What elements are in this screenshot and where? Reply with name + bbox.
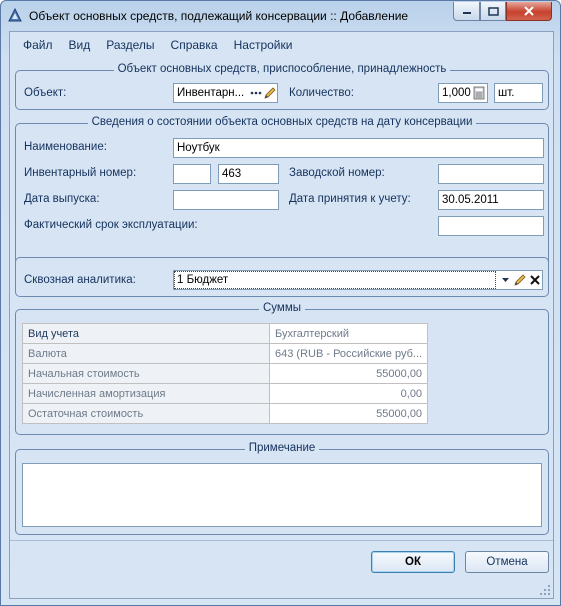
object-group: Объект основных средств, приспособление,… — [15, 63, 549, 110]
inventory-prefix-field[interactable] — [173, 164, 211, 184]
unit-field[interactable]: шт. — [494, 83, 543, 103]
analytics-label: Сквозная аналитика: — [24, 274, 136, 286]
menu-file[interactable]: Файл — [15, 35, 61, 55]
inventory-number-field[interactable]: 463 — [218, 164, 279, 184]
chevron-down-icon — [502, 278, 509, 282]
sums-value[interactable]: 643 (RUB - Российские руб... — [268, 343, 429, 364]
name-label: Наименование: — [24, 141, 107, 153]
maximize-icon — [487, 6, 499, 16]
calculator-button[interactable] — [471, 85, 486, 101]
analytics-dropdown-button[interactable] — [498, 272, 513, 288]
note-group-legend: Примечание — [244, 442, 320, 454]
state-group: Сведения о состоянии объекта основных ср… — [15, 116, 549, 275]
sums-value[interactable]: Бухгалтерский — [268, 323, 429, 344]
calculator-icon — [473, 86, 484, 100]
state-group-legend: Сведения о состоянии объекта основных ср… — [87, 116, 477, 128]
factory-number-label: Заводской номер: — [289, 167, 385, 179]
menu-view[interactable]: Вид — [61, 35, 99, 55]
table-row[interactable]: Начисленная амортизация 0,00 — [22, 383, 429, 404]
minimize-button[interactable] — [453, 2, 480, 21]
sums-group: Суммы Вид учета Бухгалтерский Валюта 643… — [15, 302, 549, 435]
table-row[interactable]: Остаточная стоимость 55000,00 — [22, 403, 429, 424]
maximize-button[interactable] — [480, 2, 506, 21]
analytics-edit-button[interactable] — [512, 272, 527, 288]
menu-help[interactable]: Справка — [163, 35, 226, 55]
release-date-field[interactable] — [173, 190, 279, 210]
sums-key: Начальная стоимость — [22, 363, 270, 384]
analytics-clear-button[interactable] — [527, 272, 542, 288]
table-row[interactable]: Валюта 643 (RUB - Российские руб... — [22, 343, 429, 364]
accept-date-field[interactable]: 30.05.2011 — [438, 190, 544, 210]
analytics-group: Сквозная аналитика: 1 Бюджет — [15, 257, 549, 297]
sums-key: Начисленная амортизация — [22, 383, 270, 404]
dialog-client: Файл Вид Разделы Справка Настройки Объек… — [9, 31, 554, 599]
accept-date-label: Дата принятия к учету: — [289, 193, 411, 205]
release-date-label: Дата выпуска: — [24, 193, 100, 205]
sums-value[interactable]: 0,00 — [268, 383, 429, 404]
title-bar[interactable]: Объект основных средств, подлежащий конс… — [1, 1, 560, 31]
object-group-legend: Объект основных средств, приспособление,… — [113, 63, 451, 75]
object-value: Инвентарн... — [177, 87, 245, 99]
sums-key: Валюта — [22, 343, 270, 364]
service-term-label: Фактический срок эксплуатации: — [24, 219, 198, 231]
footer-separator — [10, 540, 553, 541]
window-title: Объект основных средств, подлежащий конс… — [29, 9, 409, 23]
app-icon — [8, 7, 22, 22]
ok-button[interactable]: ОК — [371, 551, 455, 573]
minimize-icon — [462, 12, 471, 14]
quantity-label: Количество: — [289, 87, 354, 99]
sums-value[interactable]: 55000,00 — [268, 403, 429, 424]
menu-bar: Файл Вид Разделы Справка Настройки — [10, 32, 553, 58]
inventory-number-value: 463 — [222, 168, 242, 180]
service-term-field[interactable] — [438, 216, 544, 236]
sums-value[interactable]: 55000,00 — [268, 363, 429, 384]
sums-key: Вид учета — [22, 323, 270, 344]
table-row[interactable]: Вид учета Бухгалтерский — [22, 323, 429, 344]
cancel-button[interactable]: Отмена — [465, 551, 549, 573]
quantity-value: 1,000 — [442, 87, 471, 99]
object-browse-button[interactable] — [248, 85, 263, 101]
object-label: Объект: — [24, 87, 67, 99]
factory-number-field[interactable] — [438, 164, 544, 184]
clear-x-icon — [529, 275, 540, 285]
close-button[interactable] — [506, 2, 552, 21]
menu-sections[interactable]: Разделы — [98, 35, 162, 55]
object-edit-button[interactable] — [262, 85, 277, 101]
pencil-icon — [513, 274, 526, 286]
table-row[interactable]: Начальная стоимость 55000,00 — [22, 363, 429, 384]
accept-date-value: 30.05.2011 — [442, 194, 499, 206]
ellipsis-icon — [250, 91, 261, 95]
dialog-window: Объект основных средств, подлежащий конс… — [0, 0, 561, 606]
pencil-icon — [263, 87, 276, 99]
sums-key: Остаточная стоимость — [22, 403, 270, 424]
unit-value: шт. — [498, 87, 515, 99]
note-group: Примечание — [15, 442, 549, 535]
name-field[interactable]: Ноутбук — [173, 138, 544, 158]
menu-settings[interactable]: Настройки — [226, 35, 301, 55]
note-textarea[interactable] — [22, 463, 542, 527]
resize-grip-icon[interactable] — [539, 584, 551, 596]
inventory-number-label: Инвентарный номер: — [24, 167, 137, 179]
close-icon — [524, 6, 534, 16]
sums-group-legend: Суммы — [258, 302, 305, 314]
sums-table: Вид учета Бухгалтерский Валюта 643 (RUB … — [22, 323, 429, 424]
name-value: Ноутбук — [177, 142, 220, 154]
